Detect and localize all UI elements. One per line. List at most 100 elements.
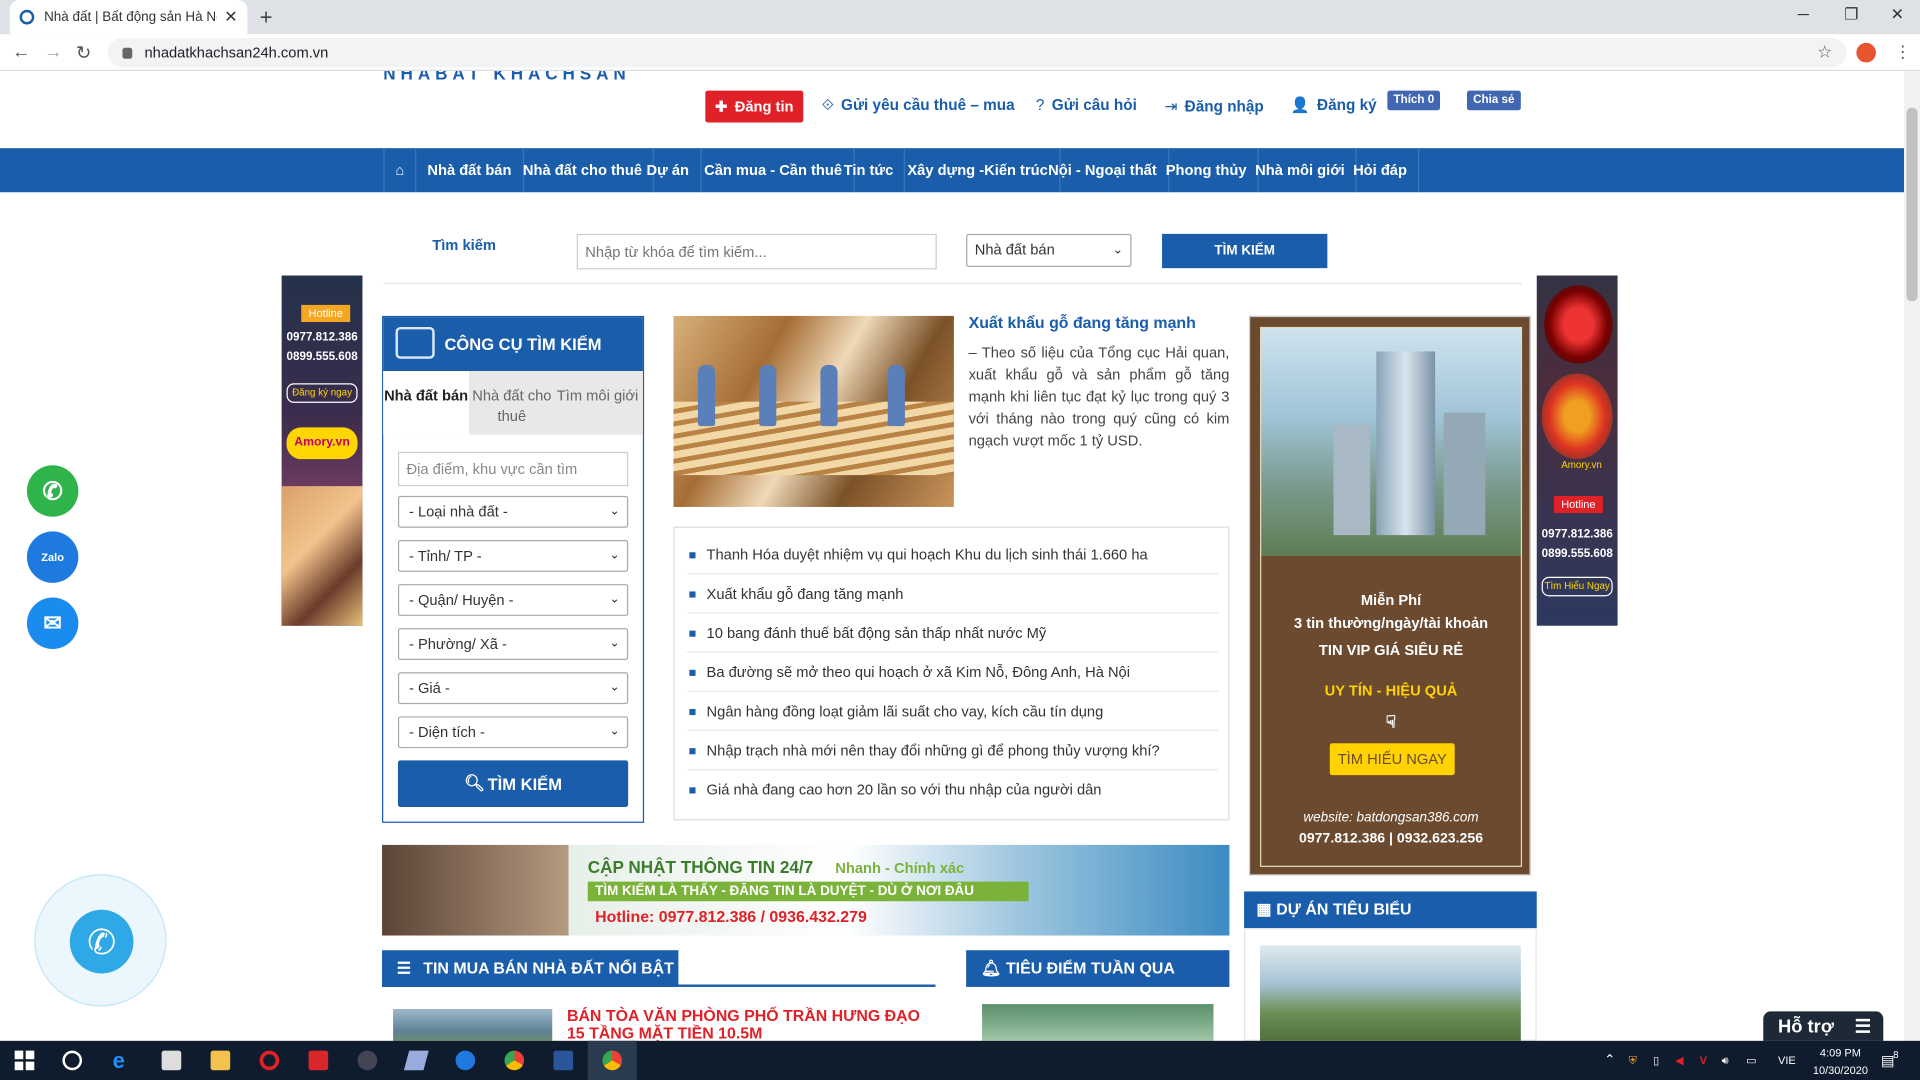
news-item[interactable]: 10 bang đánh thuế bất động sản thấp nhất… [686,613,1219,653]
tray-expand-icon[interactable]: ⌃ [1604,1041,1615,1080]
search-tool-button[interactable]: 🔍︎ TÌM KIẾM [397,760,629,807]
ad-tools-photo [1541,373,1613,460]
store-icon[interactable] [161,1050,182,1071]
nav-item-brokers[interactable]: Nhà môi giới [1244,148,1357,193]
chrome-icon[interactable] [504,1050,525,1071]
tray-network-icon[interactable]: ▭ [1746,1041,1756,1080]
right-side-ad[interactable]: Amory.vn Hotline 0977.812.386 0899.555.6… [1536,275,1618,626]
support-chat-button[interactable]: Hỗ trợ ☰ [1763,1011,1884,1041]
left-side-ad[interactable]: Hotline 0977.812.386 0899.555.608 Đăng k… [281,275,363,626]
fb-share-button[interactable]: Chia sẻ [1466,90,1521,111]
zalo-taskbar-icon[interactable] [455,1050,476,1071]
messenger-icon[interactable]: ✉ [26,597,79,649]
search-icon[interactable] [62,1050,83,1071]
post-listing-button[interactable]: ✚ Đăng tin [705,90,804,123]
chrome-active-icon[interactable] [602,1050,623,1071]
request-link[interactable]: ⟐ Gửi yêu cầu thuê – mua [822,97,1015,115]
search-button[interactable]: TÌM KIẾM [1162,233,1328,269]
tray-alert-icon[interactable]: ◀ [1675,1041,1683,1080]
province-select[interactable]: - Tỉnh/ TP - ⌄ [397,540,629,572]
word-icon[interactable] [553,1050,574,1071]
back-icon[interactable]: ← [12,42,30,63]
tab-rent[interactable]: Nhà đất cho thuê [469,371,555,435]
search-category-select[interactable]: Nhà đất bán ⌄ [966,233,1132,267]
ad-register-button[interactable]: Đăng ký ngay [286,383,358,403]
search-input[interactable] [576,233,937,270]
windows-start-icon[interactable] [14,1050,35,1071]
news-item[interactable]: Giá nhà đang cao hơn 20 lần so với thu n… [687,770,1218,809]
tray-usb-icon[interactable]: ▯ [1653,1041,1659,1080]
forward-icon[interactable]: → [44,42,62,63]
browser-tab[interactable]: Nhà đất | Bất động sản Hà Nội | N ✕ [9,0,248,35]
scrollbar-thumb[interactable] [1906,107,1918,302]
page-scrollbar[interactable] [1904,71,1920,1041]
browser-menu-icon[interactable]: ⋮ [1894,42,1911,63]
antivirus-icon[interactable] [308,1050,329,1071]
site-logo[interactable]: NHABAT KHACHSAN [383,71,630,83]
hot-news-thumbnail[interactable] [393,1008,553,1041]
hot-news-title[interactable]: BÁN TÒA VĂN PHÒNG PHỐ TRẦN HƯNG ĐẠO 15 T… [567,1007,934,1041]
nav-item-news[interactable]: Tin tức [833,148,906,193]
news-item[interactable]: Thanh Hóa duyệt nhiệm vụ qui hoạch Khu d… [686,535,1219,575]
zalo-icon[interactable]: Zalo [26,531,79,583]
news-item[interactable]: Xuất khẩu gỗ đang tăng mạnh [686,574,1219,614]
promo-ad[interactable]: Miễn Phí 3 tin thường/ngày/tài khoản TIN… [1248,315,1531,876]
nav-item-qa[interactable]: Hỏi đáp [1342,148,1420,193]
nav-item-interior[interactable]: Nội - Ngoại thất [1037,148,1169,193]
nav-item-sale[interactable]: Nhà đất bán [416,148,524,193]
phone-call-icon[interactable]: ✆ [26,465,79,517]
menu-icon: ☰ [1854,1016,1872,1038]
location-input[interactable]: Địa điểm, khu vực cần tìm [397,451,629,487]
nav-item-projects[interactable]: Dự án [636,148,702,193]
nav-item-construction[interactable]: Xây dựng -Kiến trúc [896,148,1061,193]
maximize-icon[interactable]: ❐ [1844,5,1858,25]
ad-cta-button[interactable]: Tìm Hiểu Ngay [1541,576,1613,597]
tray-shield-icon[interactable]: ⛨ [1629,1041,1637,1080]
tab-sale[interactable]: Nhà đất bán [383,371,469,435]
call-now-widget[interactable]: ✆ [34,874,167,1007]
tray-volume-icon[interactable]: 🔊︎ [1722,1041,1729,1080]
ward-select[interactable]: - Phường/ Xã - ⌄ [397,628,629,661]
tray-language[interactable]: VIE [1778,1041,1796,1080]
news-item[interactable]: Ba đường sẽ mở theo qui hoạch ở xã Kim N… [686,653,1219,692]
edge-icon[interactable]: e [113,1049,133,1071]
nav-item-rent[interactable]: Nhà đất cho thuê [512,148,655,193]
question-link[interactable]: ? Gửi câu hỏi [1036,97,1137,114]
window-close-icon[interactable]: ✕ [1891,5,1904,25]
file-explorer-icon[interactable] [210,1050,231,1071]
nav-home-icon[interactable]: ⌂ [383,148,417,193]
nav-item-wanted[interactable]: Cần mua - Cần thuê [693,148,855,193]
reload-icon[interactable]: ↻ [76,42,91,64]
extension-icon[interactable] [1856,42,1876,63]
new-tab-button[interactable]: + [260,5,273,31]
url-field[interactable]: nhadatkhachsan24h.com.vn [107,37,1847,68]
property-type-select[interactable]: - Loại nhà đất - ⌄ [397,495,629,528]
news-item[interactable]: Ngân hàng đồng loạt giảm lãi suất cho va… [686,692,1219,732]
notification-count: 8 [1893,1049,1899,1061]
tray-clock[interactable]: 4:09 PM 10/30/2020 [1812,1044,1868,1078]
search-tool-tabs: Nhà đất bán Nhà đất cho thuê Tìm môi giớ… [383,371,643,435]
tab-close-icon[interactable]: ✕ [224,7,237,27]
area-select[interactable]: - Diện tích - ⌄ [397,716,629,749]
weekly-thumbnail[interactable] [982,1004,1214,1041]
promo-button[interactable]: TÌM HIỂU NGAY [1329,743,1455,776]
register-link[interactable]: 👤 Đăng ký [1291,97,1377,115]
hotline-banner[interactable]: CẬP NHẬT THÔNG TIN 24/7 Nhanh - Chính xác… [382,844,1230,936]
login-link[interactable]: ⇥ Đăng nhập [1164,97,1263,115]
minimize-icon[interactable]: ─ [1798,5,1809,23]
notes-app-icon[interactable] [403,1050,429,1071]
camera-app-icon[interactable] [357,1050,378,1071]
featured-article-image[interactable] [673,315,954,507]
project-thumbnail[interactable] [1260,945,1521,1041]
price-select[interactable]: - Giá - ⌄ [397,672,629,705]
news-item[interactable]: Nhập trạch nhà mới nên thay đổi những gì… [686,731,1219,771]
bookmark-star-icon[interactable]: ☆ [1817,42,1832,63]
tray-v-icon[interactable]: V [1700,1041,1707,1080]
district-select[interactable]: - Quận/ Huyện - ⌄ [397,584,629,616]
tab-brokers[interactable]: Tìm môi giới [555,371,641,435]
opera-icon[interactable] [259,1050,280,1071]
magnifier-icon: 🔍︎ [464,773,486,793]
featured-article-title[interactable]: Xuất khẩu gỗ đang tăng mạnh [969,313,1196,331]
select-value: - Tỉnh/ TP - [408,547,482,565]
fb-like-button[interactable]: Thích 0 [1387,90,1441,111]
